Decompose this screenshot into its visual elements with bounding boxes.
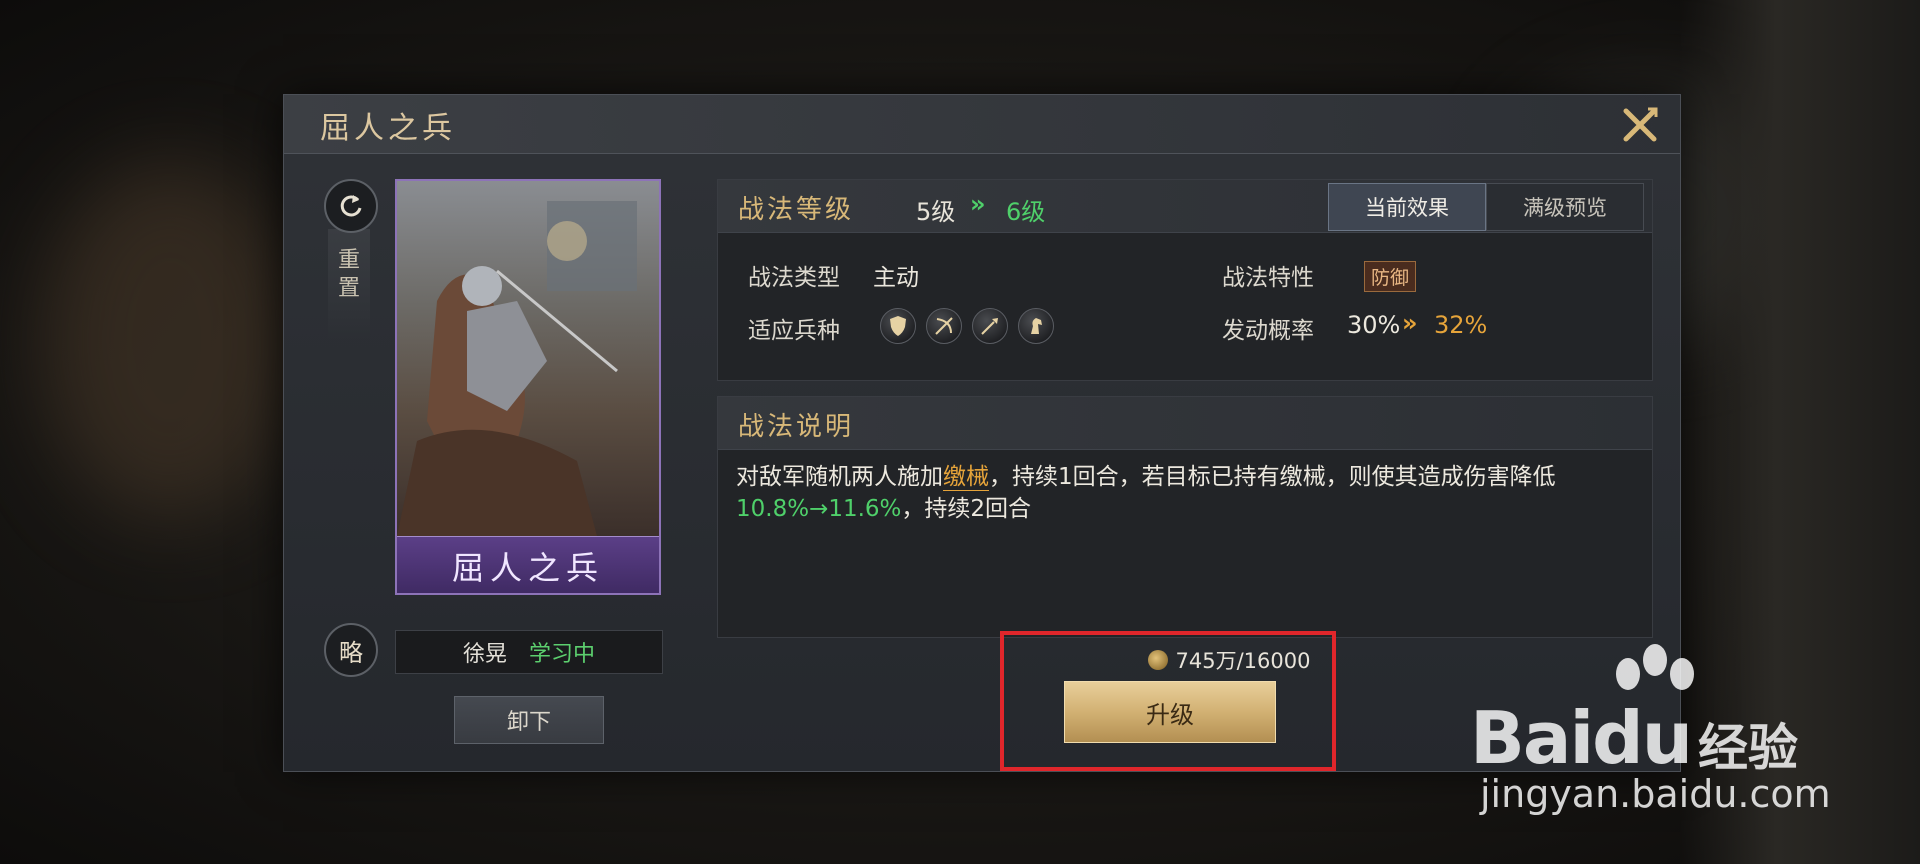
level-title: 战法等级: [738, 195, 855, 225]
reset-label: 重置: [337, 248, 360, 301]
description-header: 战法说明: [718, 397, 1652, 450]
spear-icon: [972, 308, 1008, 344]
bow-icon: [926, 308, 962, 344]
description-part-3: ，持续2回合: [901, 496, 1032, 522]
tactic-type-badge: 略: [324, 623, 378, 677]
rate-to: 32%: [1434, 311, 1488, 339]
level-header: 战法等级 5级 » 6级 当前效果 满级预览: [718, 180, 1652, 233]
rate-from: 30%: [1347, 311, 1401, 339]
rate-arrow-icon: »: [1402, 309, 1418, 337]
learner-info: 徐晃 学习中: [395, 630, 663, 674]
level-arrow-icon: »: [970, 190, 986, 218]
troops-label: 适应兵种: [748, 318, 840, 344]
watermark-url: jingyan.baidu.com: [1480, 772, 1831, 816]
upgrade-cost: 745万/16000: [1099, 643, 1359, 677]
damage-reduction-value: 10.8%→11.6%: [736, 496, 902, 522]
watermark-logo-du: du: [1592, 696, 1693, 780]
shield-icon: [880, 308, 916, 344]
watermark-logo-bai: Bai: [1470, 696, 1594, 780]
close-button[interactable]: [1618, 103, 1662, 147]
description-text: 对敌军随机两人施加缴械，持续1回合，若目标已持有缴械，则使其造成伤害降低 10.8…: [736, 461, 1636, 525]
trait-badge: 防御: [1364, 261, 1417, 292]
card-name: 屈人之兵: [451, 548, 604, 587]
watermark-logo: Baidu: [1470, 696, 1693, 780]
background-blur: [40, 160, 300, 520]
level-from: 5级: [916, 198, 956, 226]
learner-name: 徐晃: [462, 642, 507, 667]
upgrade-button[interactable]: 升级: [1064, 681, 1276, 743]
description-part-2: ，持续1回合，若目标已持有缴械，则使其造成伤害降低: [989, 464, 1556, 490]
type-value: 主动: [873, 265, 919, 291]
unload-button[interactable]: 卸下: [454, 696, 604, 744]
horse-icon: [1018, 308, 1054, 344]
baidu-watermark: Baidu 经验 jingyan.baidu.com: [1470, 644, 1900, 830]
trait-label: 战法特性: [1222, 265, 1314, 291]
coin-icon: [1147, 650, 1168, 670]
level-to: 6级: [1006, 198, 1046, 226]
watermark-sub: 经验: [1698, 719, 1798, 777]
general-portrait: [397, 181, 659, 536]
reset-icon: [340, 195, 362, 217]
keyword-disarm[interactable]: 缴械: [943, 464, 989, 491]
description-part-1: 对敌军随机两人施加: [736, 464, 943, 490]
dialog-title: 屈人之兵: [320, 111, 456, 146]
dialog-titlebar: 屈人之兵: [284, 95, 1680, 154]
cost-text: 745万/16000: [1175, 649, 1311, 673]
learner-status: 学习中: [529, 642, 596, 667]
tab-max-preview[interactable]: 满级预览: [1486, 183, 1644, 231]
tactic-card: 屈人之兵: [395, 179, 661, 595]
level-panel: 战法等级 5级 » 6级 当前效果 满级预览 战法类型 主动 战法特性 防御 适…: [717, 179, 1653, 381]
card-name-bar: 屈人之兵: [397, 536, 659, 593]
tab-current-effect[interactable]: 当前效果: [1328, 183, 1486, 231]
reset-button[interactable]: [324, 179, 378, 233]
type-label: 战法类型: [748, 265, 840, 291]
description-panel: 战法说明 对敌军随机两人施加缴械，持续1回合，若目标已持有缴械，则使其造成伤害降…: [717, 396, 1653, 638]
close-icon: [1623, 107, 1658, 142]
rate-label: 发动概率: [1222, 318, 1314, 344]
description-title: 战法说明: [738, 412, 855, 442]
